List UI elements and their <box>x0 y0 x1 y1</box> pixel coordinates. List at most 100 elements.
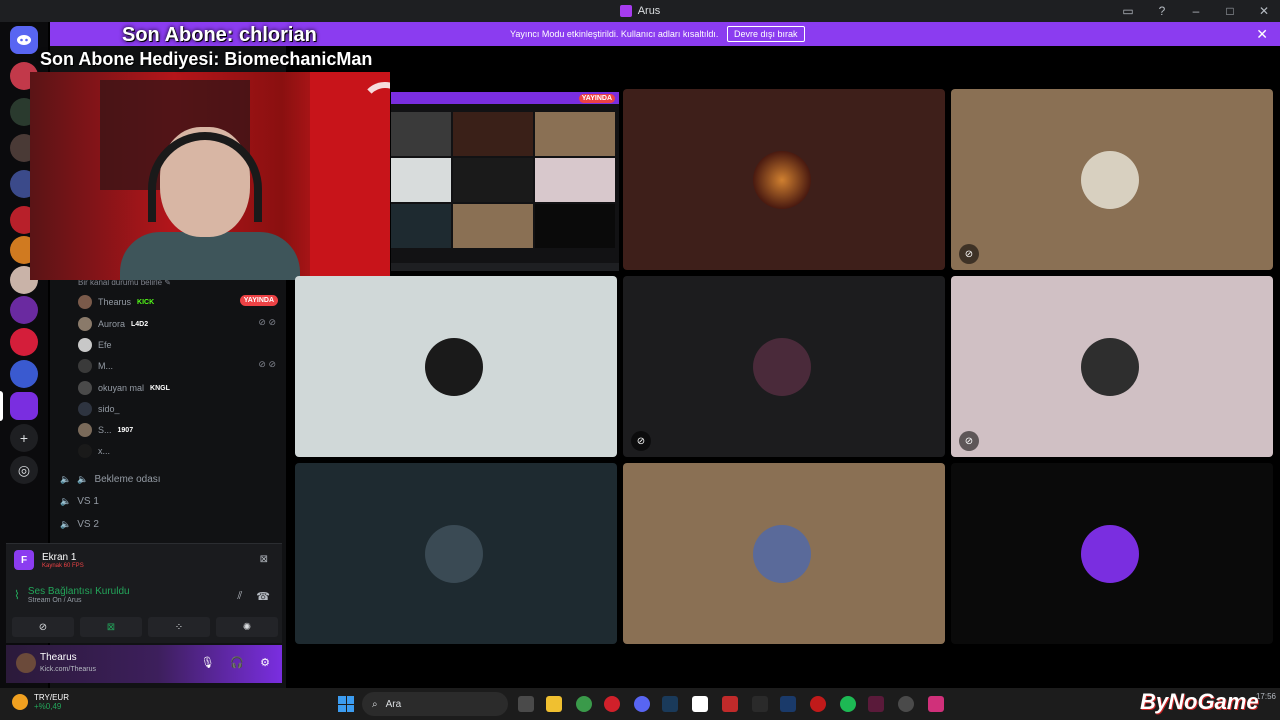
taskbar-search[interactable]: ⌕ Ara <box>362 692 508 716</box>
disable-streamer-mode-button[interactable]: Devre dışı bırak <box>727 26 805 42</box>
server-icon[interactable] <box>10 360 38 388</box>
voice-user[interactable]: Thearus KICK YAYINDA <box>78 293 278 311</box>
voice-user-name: Efe <box>98 340 112 350</box>
voice-user-name: x... <box>98 446 111 456</box>
camera-off-button[interactable]: ⊘ <box>12 617 74 637</box>
voice-user-name: Aurora <box>98 319 126 329</box>
window-controls: ▭ ? – □ ✕ <box>1120 0 1272 22</box>
voice-connection-title: Ses Bağlantısı Kuruldu <box>27 586 130 597</box>
last-gift-text: Son Abone Hediyesi: BiomechanicMan <box>40 49 373 69</box>
video-tile[interactable] <box>295 276 617 457</box>
voice-user[interactable]: M... ⊘ ⊘ <box>78 357 278 375</box>
stop-stream-icon[interactable]: ⊠ <box>260 554 268 565</box>
voice-connection[interactable]: ⌇ Ses Bağlantısı Kuruldu Stream On / Aru… <box>14 586 130 604</box>
windows-start-icon[interactable] <box>338 696 354 712</box>
last-subscriber-text: Son Abone: chlorian <box>122 24 317 46</box>
screenshare-topbar: YAYINDA <box>391 92 619 104</box>
avatar <box>78 444 92 458</box>
stream-title: Ekran 1 <box>42 551 77 563</box>
voice-channel[interactable]: 🔈 🔈 Bekleme odası <box>60 470 161 488</box>
video-tile[interactable]: ⊘ <box>951 276 1273 457</box>
headphones-icon[interactable]: 🎧 <box>230 656 244 669</box>
voice-user-name: S... <box>98 425 112 435</box>
screenshare-cell <box>453 158 533 202</box>
help-icon[interactable]: ? <box>1154 3 1170 19</box>
task-view-icon[interactable] <box>518 696 534 712</box>
voice-user-name: okuyan mal <box>98 383 145 393</box>
voice-channel[interactable]: 🔈 VS 2 <box>60 515 99 533</box>
spotify-icon[interactable] <box>840 696 856 712</box>
maximize-icon[interactable]: □ <box>1222 3 1238 19</box>
close-icon[interactable]: ✕ <box>1256 3 1272 19</box>
gear-icon[interactable]: ⚙ <box>260 656 270 669</box>
video-tile[interactable]: ⊘ <box>951 89 1273 270</box>
activities-button[interactable]: ⁘ <box>148 617 210 637</box>
user-controls: 🎙 🎧 ⚙ <box>200 656 270 669</box>
window-titlebar: Arus ▭ ? – □ ✕ <box>0 0 1280 22</box>
minimize-icon[interactable]: – <box>1188 3 1204 19</box>
capcut-icon[interactable] <box>692 696 708 712</box>
microphone-icon[interactable]: 🎙 <box>200 656 214 669</box>
voice-user-name: Thearus <box>98 297 132 307</box>
epic-games-icon[interactable] <box>752 696 768 712</box>
soundboard-button[interactable]: ✺ <box>216 617 278 637</box>
discover-icon[interactable]: ◎ <box>10 456 38 484</box>
avatar <box>78 423 92 437</box>
voice-user[interactable]: sido_ <box>78 400 278 418</box>
voice-user[interactable]: x... <box>78 442 278 460</box>
screen-share-button[interactable]: ⊠ <box>80 617 142 637</box>
noise-suppression-icon[interactable]: ⫽ <box>237 590 242 603</box>
video-tile[interactable] <box>951 463 1273 644</box>
stream-subtitle: Kaynak 60 FPS <box>42 562 84 569</box>
stream-status: F Ekran 1 Kaynak 60 FPS <box>14 550 84 570</box>
server-icon-arus[interactable] <box>10 392 38 420</box>
file-explorer-icon[interactable] <box>546 696 562 712</box>
app-icon[interactable] <box>722 696 738 712</box>
add-server-icon[interactable]: + <box>10 424 38 452</box>
photoshop-icon[interactable] <box>780 696 796 712</box>
window-title: Arus <box>619 5 660 17</box>
instagram-icon[interactable] <box>928 696 944 712</box>
banner-close-icon[interactable]: ✕ <box>1256 26 1268 43</box>
chrome-icon[interactable] <box>576 696 592 712</box>
video-tile[interactable] <box>295 463 617 644</box>
discord-taskbar-icon[interactable] <box>634 696 650 712</box>
voice-user[interactable]: Efe <box>78 336 278 354</box>
stream-app-icon: F <box>14 550 34 570</box>
user-panel: Thearus Kick.com/Thearus 🎙 🎧 ⚙ <box>6 645 282 683</box>
video-tile[interactable] <box>623 463 945 644</box>
mute-deafen-icon: ⊘ ⊘ <box>258 317 276 327</box>
stream-panel: F Ekran 1 Kaynak 60 FPS ⊠ ⌇ Ses Bağlantı… <box>6 543 282 643</box>
avatar[interactable] <box>16 653 36 673</box>
ticker-widget[interactable]: TRY/EUR +%0,49 <box>12 693 69 711</box>
valorant-icon[interactable] <box>868 696 884 712</box>
avatar <box>753 151 811 209</box>
steam-icon[interactable] <box>662 696 678 712</box>
screenshare-cell <box>453 112 533 156</box>
activity-tag: 1907 <box>117 426 134 434</box>
user-name[interactable]: Thearus <box>40 652 77 663</box>
channel-name: Bekleme odası <box>94 473 161 485</box>
discord-home-icon[interactable] <box>10 26 38 54</box>
screenshare-cell <box>391 112 451 156</box>
voice-actions: ⫽ ☎ <box>237 590 270 603</box>
voice-channel[interactable]: 🔈 VS 1 <box>60 492 99 510</box>
channel-name: VS 2 <box>77 518 99 530</box>
inbox-icon[interactable]: ▭ <box>1120 3 1136 19</box>
voice-user[interactable]: Aurora L4D2 ⊘ ⊘ <box>78 315 278 333</box>
app-icon[interactable] <box>810 696 826 712</box>
screenshare-tile[interactable]: YAYINDA <box>391 92 619 271</box>
server-icon[interactable] <box>10 328 38 356</box>
opera-icon[interactable] <box>604 696 620 712</box>
voice-user[interactable]: okuyan mal KNGL <box>78 379 278 397</box>
video-tile[interactable] <box>623 89 945 270</box>
camera-off-icon: ⊘ <box>959 431 979 451</box>
disconnect-icon[interactable]: ☎ <box>256 590 270 603</box>
media-buttons: ⊘ ⊠ ⁘ ✺ <box>12 617 278 637</box>
activity-tag: KNGL <box>150 384 170 392</box>
screenshare-cell <box>391 204 451 248</box>
voice-user[interactable]: S... 1907 <box>78 421 278 439</box>
server-icon[interactable] <box>10 296 38 324</box>
video-tile[interactable]: ⊘ <box>623 276 945 457</box>
obs-icon[interactable] <box>898 696 914 712</box>
